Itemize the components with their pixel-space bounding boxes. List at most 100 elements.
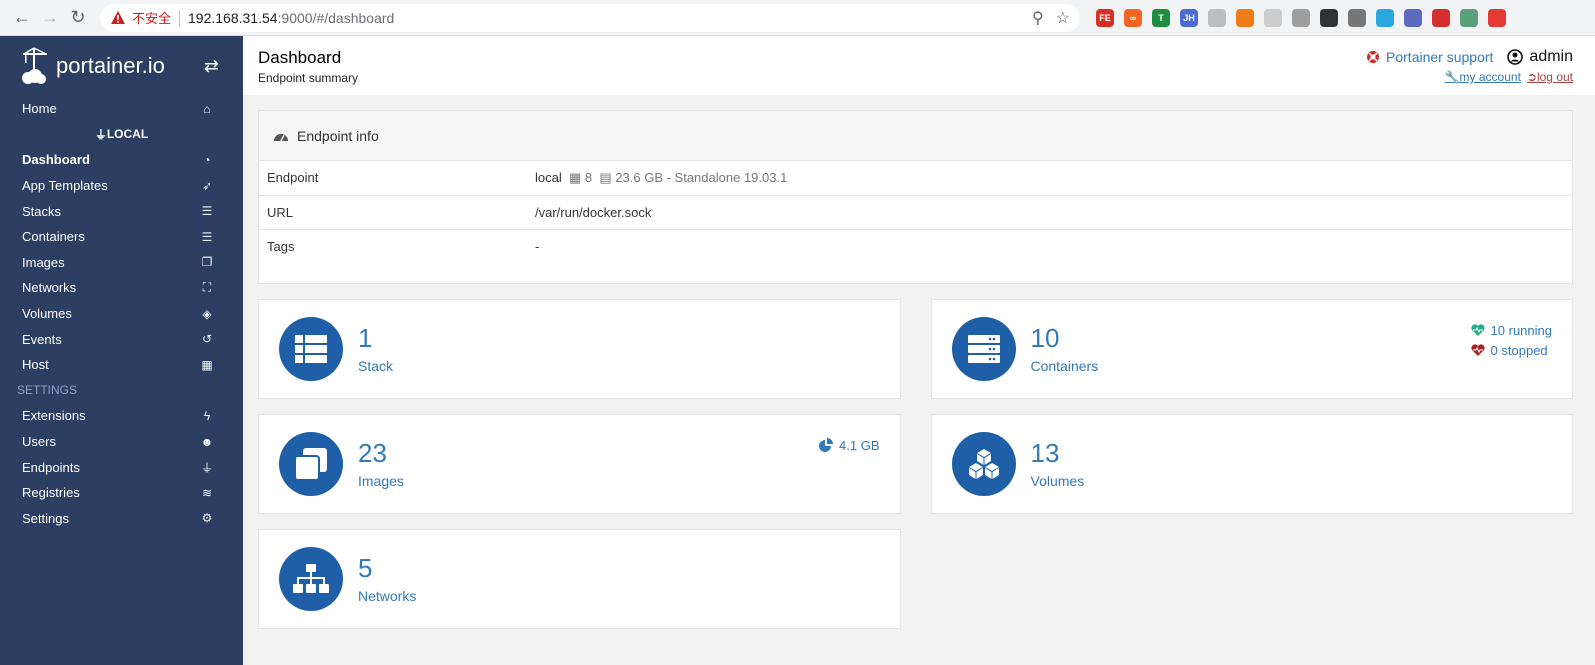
insecure-label: 不安全: [132, 11, 172, 26]
back-icon[interactable]: ←: [8, 4, 36, 32]
fe-extension-icon[interactable]: FE: [1096, 8, 1114, 27]
infinity-extension-icon[interactable]: ∞: [1124, 8, 1142, 27]
portainer-support-link[interactable]: Portainer support: [1366, 49, 1493, 65]
dots-extension-icon[interactable]: [1292, 8, 1310, 27]
sidebar-item-registries[interactable]: Registries ≋: [0, 480, 243, 506]
toggle-sidebar-icon[interactable]: ⇄: [204, 56, 219, 77]
circle-extension-icon[interactable]: [1208, 8, 1226, 27]
key-icon[interactable]: ⚲: [1032, 8, 1044, 28]
endpoint-name: local: [535, 169, 562, 185]
images-size: 4.1 GB: [819, 435, 880, 455]
reload-icon[interactable]: ↻: [64, 4, 92, 32]
running-count: 10 running: [1490, 322, 1552, 338]
stacks-tile[interactable]: 1 Stack: [258, 299, 901, 399]
main-content: Dashboard Endpoint summary Portainer sup…: [243, 36, 1595, 665]
box-extension-icon[interactable]: [1320, 8, 1338, 27]
cogs-icon: ⚙: [201, 511, 213, 526]
sidebar-item-label: Images: [22, 254, 65, 270]
sidebar-item-label: Extensions: [22, 408, 86, 424]
sidebar-item-label: App Templates: [22, 178, 108, 194]
sidebar-item-endpoints[interactable]: Endpoints ⏚: [0, 454, 243, 480]
endpoint-info-title: Endpoint info: [297, 127, 379, 144]
sidebar-item-users[interactable]: Users ☻: [0, 429, 243, 455]
th-icon: ▦: [201, 357, 213, 372]
support-label: Portainer support: [1386, 49, 1494, 65]
jh-extension-icon[interactable]: JH: [1180, 8, 1198, 27]
flash-extension-icon[interactable]: [1432, 8, 1450, 27]
sidebar-item-label: Containers: [22, 229, 85, 245]
sidebar-item-events[interactable]: Events ↺: [0, 326, 243, 352]
table-row: Endpoint local ▦ 8 ▤ 23.6 GB - Standalon…: [259, 161, 1572, 196]
sidebar-item-app-templates[interactable]: App Templates ➶: [0, 173, 243, 199]
sidebar-item-networks[interactable]: Networks ⛶: [0, 275, 243, 301]
sidebar-item-containers[interactable]: Containers ☰: [0, 224, 243, 250]
stacks-label: Stack: [358, 358, 394, 375]
containers-status: 10 running 0 stopped: [1470, 320, 1552, 360]
up-extension-icon[interactable]: [1488, 8, 1506, 27]
user-menu: admin: [1507, 48, 1573, 66]
stacks-count: 1: [358, 322, 373, 353]
microchip-icon: ▦: [565, 169, 582, 185]
sidebar-item-label: Registries: [22, 485, 80, 501]
sidebar-item-images[interactable]: Images ❐: [0, 250, 243, 276]
forward-icon[interactable]: →: [36, 4, 64, 32]
url-path: :9000/#/dashboard: [277, 9, 395, 26]
users-icon: ☻: [200, 434, 214, 449]
url-value: /var/run/docker.sock: [527, 195, 1572, 230]
cyan-extension-icon[interactable]: [1376, 8, 1394, 27]
grid-extension-icon[interactable]: [1264, 8, 1282, 27]
orange-extension-icon[interactable]: [1236, 8, 1254, 27]
my-account-link[interactable]: 🔧my account: [1445, 70, 1521, 84]
endpoint-label: Endpoint: [259, 161, 527, 196]
warning-icon: [111, 10, 125, 24]
sidebar-item-label: Endpoints: [22, 459, 80, 475]
sidebar-item-home[interactable]: Home ⌂: [0, 96, 243, 122]
log-out-link[interactable]: ➲log out: [1527, 70, 1573, 84]
v-extension-icon[interactable]: [1348, 8, 1366, 27]
portainer-logo[interactable]: portainer.io: [20, 46, 165, 86]
server-icon: [951, 317, 1016, 381]
sidebar: portainer.io ⇄ Home ⌂ ⏚ LOCAL Dashboard ◔ App…: [0, 36, 243, 665]
sidebar-item-extensions[interactable]: Extensions ϟ: [0, 403, 243, 429]
tags-label: Tags: [267, 238, 295, 254]
check-extension-icon[interactable]: [1404, 8, 1422, 27]
sidebar-item-label: Networks: [22, 280, 77, 296]
stopped-count: 0 stopped: [1490, 342, 1548, 358]
sidebar-endpoint-label: LOCAL: [106, 127, 149, 142]
heartbeat-running-icon: [1470, 324, 1485, 336]
globe-extension-icon[interactable]: [1460, 8, 1478, 27]
volumes-tile[interactable]: 13 Volumes: [930, 414, 1573, 514]
memory-icon: ▤: [595, 169, 612, 185]
sidebar-item-label: Home: [22, 101, 57, 117]
my-account-label: my account: [1459, 70, 1521, 84]
browser-toolbar: ← → ↻ 不安全 192.168.31.54:9000/#/dashboard…: [0, 0, 1595, 36]
sidebar-item-volumes[interactable]: Volumes ◈: [0, 301, 243, 327]
sidebar-item-label: Dashboard: [22, 152, 90, 168]
sidebar-item-settings[interactable]: Settings ⚙: [0, 506, 243, 532]
images-count: 23: [358, 437, 387, 468]
clone-icon: ❐: [201, 255, 213, 270]
containers-tile[interactable]: 10 Containers 10 running 0 stopped: [930, 299, 1573, 399]
shield-extension-icon[interactable]: T: [1152, 8, 1170, 27]
page-header: Dashboard Endpoint summary Portainer sup…: [243, 36, 1595, 95]
sidebar-item-host[interactable]: Host ▦: [0, 352, 243, 378]
sidebar-item-dashboard[interactable]: Dashboard ◔: [0, 147, 243, 173]
endpoint-info-widget: Endpoint info Endpoint local ▦ 8 ▤ 23.6 …: [258, 110, 1573, 284]
plug-icon: ⏚: [200, 460, 213, 475]
th-list-icon: ☰: [201, 204, 213, 219]
cpu-count: 8: [584, 169, 593, 185]
star-icon[interactable]: ☆: [1056, 8, 1070, 28]
history-icon: ↺: [201, 332, 213, 347]
address-bar[interactable]: 不安全 192.168.31.54:9000/#/dashboard ⚲ ☆: [100, 3, 1080, 32]
networks-label: Networks: [358, 588, 417, 605]
crane-icon: [22, 47, 47, 84]
life-ring-icon: [1367, 51, 1380, 63]
heartbeat-stopped-icon: [1470, 344, 1485, 356]
address-separator: [179, 9, 181, 26]
database-icon: ≋: [201, 485, 213, 500]
sidebar-menu: Home ⌂ ⏚ LOCAL Dashboard ◔ App Templates ➶ Stac…: [0, 96, 243, 531]
networks-tile[interactable]: 5 Networks: [258, 529, 901, 629]
pie-chart-icon: [819, 438, 834, 452]
images-tile[interactable]: 23 Images 4.1 GB: [258, 414, 901, 514]
sidebar-item-stacks[interactable]: Stacks ☰: [0, 198, 243, 224]
